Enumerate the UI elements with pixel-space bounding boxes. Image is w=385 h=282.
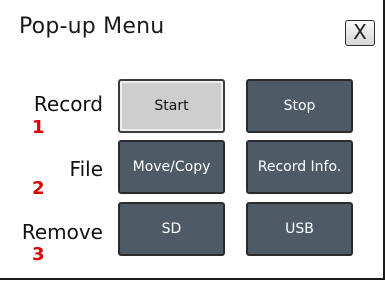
move-copy-button[interactable]: Move/Copy [118, 140, 225, 194]
record-info-button[interactable]: Record Info. [246, 140, 353, 194]
stop-button[interactable]: Stop [246, 79, 353, 133]
remove-usb-button[interactable]: USB [246, 202, 353, 256]
remove-sd-button[interactable]: SD [118, 202, 225, 256]
page-title: Pop-up Menu [19, 14, 165, 39]
remove-row-number: 3 [32, 244, 45, 265]
record-row-number: 1 [32, 117, 45, 138]
close-button[interactable]: X [345, 20, 375, 46]
file-row-number: 2 [32, 178, 45, 199]
record-row-label: Record [33, 92, 103, 116]
file-row-label: File [69, 157, 103, 181]
popup-menu-window: Pop-up Menu X Record 1 Start Stop File 2… [0, 0, 385, 280]
remove-row-label: Remove [21, 220, 103, 244]
start-button[interactable]: Start [118, 79, 225, 133]
